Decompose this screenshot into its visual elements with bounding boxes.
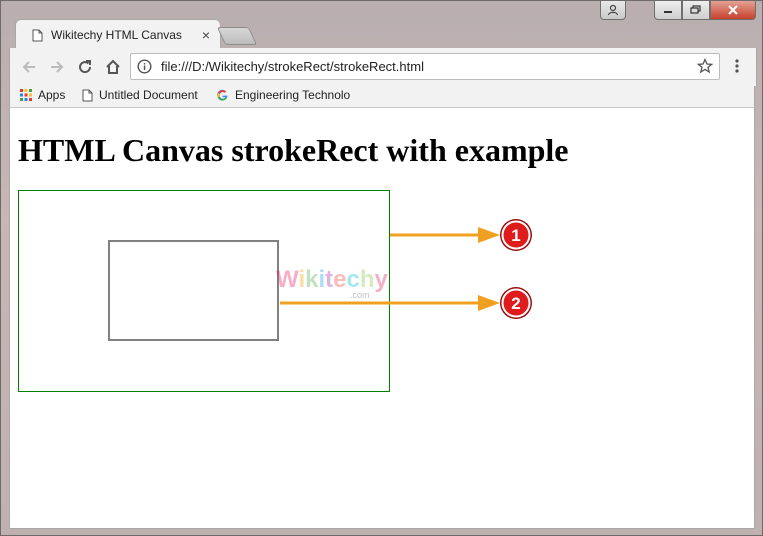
back-icon[interactable]: [20, 58, 38, 76]
browser-toolbar: file:///D:/Wikitechy/strokeRect/strokeRe…: [9, 48, 757, 86]
profile-button[interactable]: [600, 1, 626, 20]
callout-label-1: 1: [511, 226, 520, 245]
bookmarks-bar: Apps Untitled Document Engineering Techn…: [9, 86, 755, 108]
star-icon[interactable]: [697, 58, 713, 74]
callout-badge-1: 1: [500, 219, 532, 251]
tab-active[interactable]: Wikitechy HTML Canvas ×: [15, 19, 221, 48]
bookmark-label: Untitled Document: [99, 88, 198, 102]
document-icon: [82, 89, 93, 101]
annotation-layer: 1 2: [280, 219, 532, 319]
minimize-icon: [664, 11, 672, 13]
page-viewport: HTML Canvas strokeRect with example Wiki…: [9, 108, 755, 529]
arrow-1: [390, 227, 500, 243]
browser-window: Wikitechy HTML Canvas × file:///D:/Wikit…: [0, 0, 763, 536]
url-text[interactable]: file:///D:/Wikitechy/strokeRect/strokeRe…: [161, 59, 424, 74]
bookmark-engineering[interactable]: Engineering Technolo: [216, 88, 350, 102]
bookmark-apps[interactable]: Apps: [20, 88, 65, 102]
forward-icon[interactable]: [48, 58, 66, 76]
address-bar[interactable]: file:///D:/Wikitechy/strokeRect/strokeRe…: [130, 53, 720, 80]
tab-strip: Wikitechy HTML Canvas ×: [9, 19, 609, 48]
person-icon: [607, 4, 619, 16]
menu-icon[interactable]: [734, 58, 740, 79]
new-tab-button[interactable]: [216, 27, 258, 45]
page-icon: [32, 29, 43, 41]
close-window-button[interactable]: [710, 1, 756, 20]
info-icon[interactable]: [137, 59, 152, 74]
bookmark-label: Engineering Technolo: [235, 88, 351, 102]
tab-close-icon[interactable]: ×: [202, 27, 210, 43]
reload-icon[interactable]: [76, 58, 94, 76]
bookmark-label: Apps: [38, 88, 66, 102]
apps-grid-icon: [20, 89, 32, 101]
callout-label-2: 2: [511, 294, 520, 313]
callout-badge-2: 2: [500, 287, 532, 319]
maximize-button[interactable]: [682, 1, 710, 20]
bookmark-untitled-document[interactable]: Untitled Document: [82, 88, 198, 102]
close-icon: [728, 5, 738, 15]
google-icon: [217, 89, 228, 101]
arrow-2: [280, 295, 500, 311]
restore-icon: [690, 5, 701, 14]
minimize-button[interactable]: [654, 1, 682, 20]
tab-title: Wikitechy HTML Canvas: [51, 28, 182, 42]
home-icon[interactable]: [104, 58, 122, 76]
